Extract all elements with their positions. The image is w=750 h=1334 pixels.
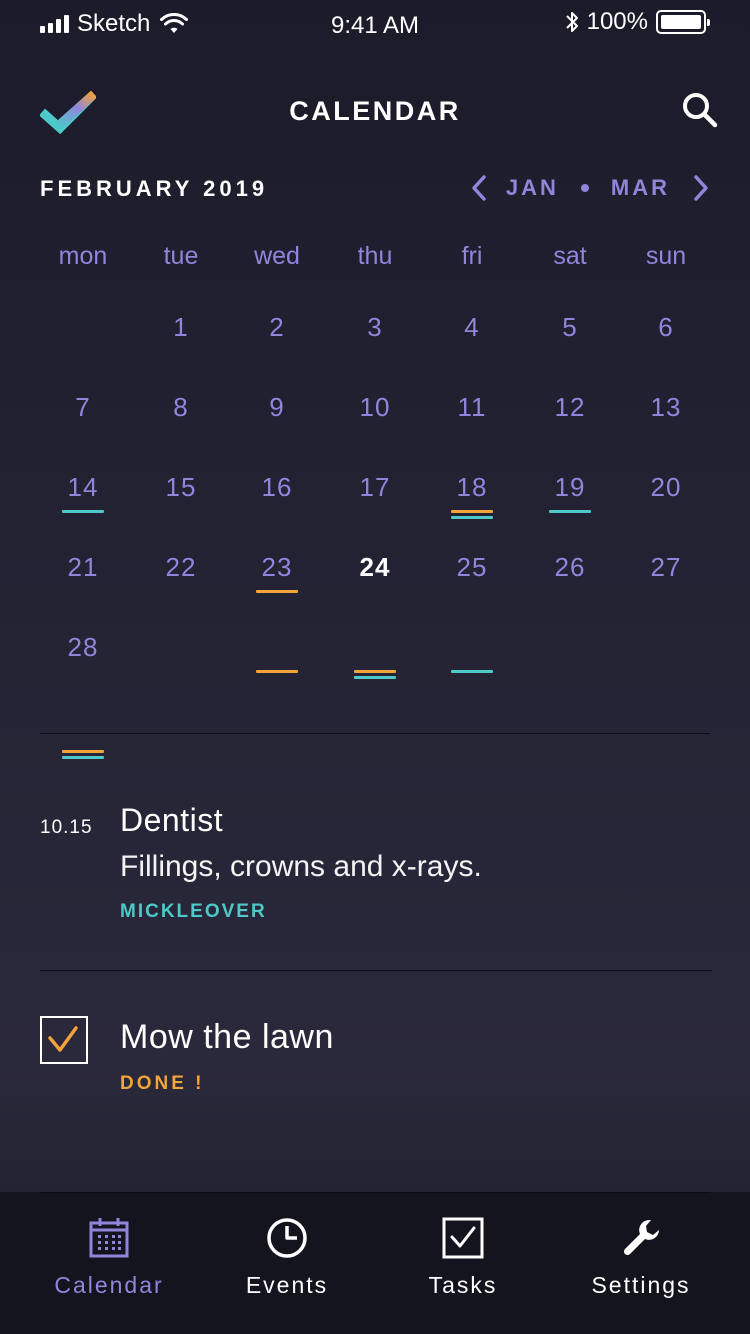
- calendar-day[interactable]: 25: [432, 552, 512, 583]
- task-checkbox[interactable]: [40, 1016, 88, 1064]
- weekday-label: sat: [553, 242, 587, 270]
- weekday-label: mon: [58, 242, 108, 270]
- orange-event-marker: [256, 590, 298, 593]
- event-description: Fillings, crowns and x-rays.: [120, 850, 482, 883]
- teal-event-marker: [354, 676, 396, 679]
- weekday-label: wed: [254, 242, 300, 270]
- tab-bar: Calendar Events Tasks Settings: [0, 1192, 750, 1334]
- calendar-day[interactable]: 20: [626, 472, 706, 503]
- calendar-day[interactable]: 6: [626, 312, 706, 343]
- tab-tasks[interactable]: Tasks: [373, 1216, 553, 1299]
- calendar-day[interactable]: 22: [141, 552, 221, 583]
- page-title: CALENDAR: [289, 96, 461, 126]
- search-icon[interactable]: [682, 92, 718, 128]
- battery-icon: [656, 10, 710, 34]
- clock-icon: [267, 1218, 307, 1258]
- event-title: Dentist: [120, 802, 224, 838]
- tab-label: Tasks: [428, 1272, 498, 1298]
- tab-label: Settings: [591, 1272, 691, 1298]
- tab-calendar[interactable]: Calendar: [19, 1216, 199, 1299]
- month-separator-dot: [580, 184, 589, 192]
- month-navigation: JAN MAR: [470, 174, 710, 202]
- orange-event-marker: [62, 750, 104, 753]
- calendar-day[interactable]: 18: [432, 472, 512, 503]
- chevron-left-icon[interactable]: [470, 174, 488, 202]
- calendar-day[interactable]: 8: [141, 392, 221, 423]
- orange-event-marker: [451, 510, 493, 513]
- battery-percent: 100%: [586, 8, 648, 35]
- tab-settings[interactable]: Settings: [551, 1216, 731, 1299]
- calendar-day[interactable]: 21: [43, 552, 123, 583]
- calendar-day[interactable]: 5: [530, 312, 610, 343]
- calendar-day[interactable]: 1: [141, 312, 221, 343]
- chevron-right-icon[interactable]: [692, 174, 710, 202]
- calendar-day[interactable]: 13: [626, 392, 706, 423]
- checkbox-icon: [442, 1217, 484, 1259]
- divider: [40, 970, 712, 971]
- orange-event-marker: [354, 670, 396, 673]
- calendar-day-today[interactable]: 24: [335, 552, 415, 583]
- weekday-label: tue: [163, 242, 199, 270]
- teal-event-marker: [62, 756, 104, 759]
- task-status: DONE !: [120, 1073, 205, 1094]
- calendar-day[interactable]: 7: [43, 392, 123, 423]
- calendar-day[interactable]: 11: [432, 392, 512, 423]
- calendar-screen: Sketch 9:41 AM 100% CALENDAR FEBRUARY 20…: [0, 0, 750, 1334]
- orange-event-marker: [256, 670, 298, 673]
- tab-label: Calendar: [54, 1272, 164, 1298]
- calendar-day[interactable]: 14: [43, 472, 123, 503]
- calendar-day[interactable]: 23: [237, 552, 317, 583]
- calendar-day[interactable]: 3: [335, 312, 415, 343]
- status-right: 100%: [565, 8, 710, 36]
- teal-event-marker: [549, 510, 591, 513]
- weekday-label: fri: [461, 242, 483, 270]
- checkmark-icon: [48, 1026, 78, 1052]
- divider: [40, 733, 710, 734]
- calendar-icon: [89, 1218, 129, 1258]
- calendar-day[interactable]: 26: [530, 552, 610, 583]
- event-time: 10.15: [40, 817, 93, 838]
- teal-event-marker: [451, 670, 493, 673]
- calendar-day[interactable]: 15: [141, 472, 221, 503]
- current-month-label: FEBRUARY 2019: [40, 176, 269, 201]
- status-bar: Sketch 9:41 AM 100%: [0, 0, 750, 50]
- calendar-day[interactable]: 19: [530, 472, 610, 503]
- divider: [40, 1192, 710, 1193]
- prev-month-link[interactable]: JAN: [506, 175, 559, 201]
- calendar-day[interactable]: 2: [237, 312, 317, 343]
- calendar-day[interactable]: 28: [43, 632, 123, 663]
- calendar-day[interactable]: 9: [237, 392, 317, 423]
- weekday-header: mon tue wed thu fri sat sun: [0, 242, 750, 278]
- calendar-day[interactable]: 17: [335, 472, 415, 503]
- calendar-day[interactable]: 10: [335, 392, 415, 423]
- calendar-day[interactable]: 16: [237, 472, 317, 503]
- calendar-day[interactable]: 12: [530, 392, 610, 423]
- weekday-label: sun: [645, 242, 687, 270]
- calendar-day[interactable]: 4: [432, 312, 512, 343]
- wrench-icon: [623, 1220, 659, 1256]
- next-month-link[interactable]: MAR: [611, 175, 670, 201]
- teal-event-marker: [451, 516, 493, 519]
- bluetooth-icon: [565, 12, 578, 32]
- tab-events[interactable]: Events: [197, 1216, 377, 1299]
- weekday-label: thu: [357, 242, 393, 270]
- task-title: Mow the lawn: [120, 1018, 334, 1056]
- tab-label: Events: [245, 1272, 329, 1298]
- teal-event-marker: [62, 510, 104, 513]
- event-location: MICKLEOVER: [120, 901, 267, 922]
- calendar-day[interactable]: 27: [626, 552, 706, 583]
